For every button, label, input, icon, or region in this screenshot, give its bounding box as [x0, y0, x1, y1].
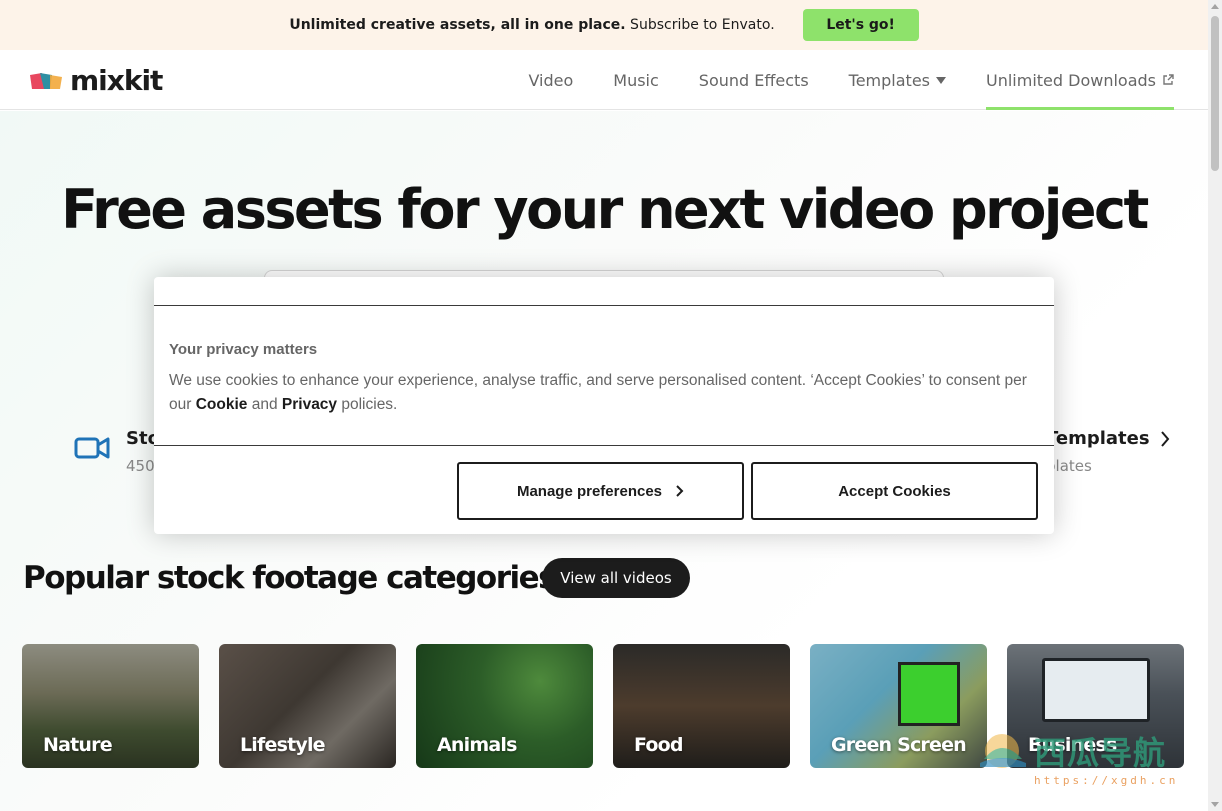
cookie-modal-text-end: policies. — [337, 396, 398, 413]
tile-nature[interactable]: Nature — [22, 644, 199, 768]
laptop-screen-image — [1042, 658, 1150, 722]
nav-link-unlimited-downloads[interactable]: Unlimited Downloads — [986, 50, 1174, 110]
watermark-text: 西瓜导航 — [1034, 734, 1167, 772]
green-screen-image — [898, 662, 960, 726]
tile-label: Green Screen — [831, 734, 967, 756]
cookie-modal-and: and — [247, 396, 282, 413]
section-title: Popular stock footage categories — [23, 560, 557, 596]
cookie-consent-modal: Your privacy matters We use cookies to e… — [154, 277, 1054, 534]
tile-label: Animals — [437, 734, 517, 756]
nav-link-sound-effects-label: Sound Effects — [698, 70, 809, 90]
promo-text-bold: Unlimited creative assets, all in one pl… — [289, 17, 626, 33]
manage-preferences-label: Manage preferences — [516, 482, 663, 500]
main-nav: mixkit Video Music Sound Effects Templat… — [0, 50, 1208, 110]
category-templates-count: plates — [1046, 457, 1092, 475]
accept-cookies-button[interactable]: Accept Cookies — [751, 462, 1038, 520]
caret-down-icon — [936, 76, 946, 84]
logo-mark-icon — [30, 72, 62, 89]
hero-title: Free assets for your next video project — [61, 178, 1149, 241]
watermark: 西瓜导航 https://xgdh.cn — [976, 728, 1178, 787]
cookie-policy-link[interactable]: Cookie — [196, 396, 248, 413]
nav-link-templates[interactable]: Templates — [849, 50, 946, 110]
chevron-right-icon — [1160, 430, 1169, 447]
nav-link-unlimited-downloads-label: Unlimited Downloads — [986, 70, 1156, 90]
modal-divider — [154, 445, 1054, 446]
scrollbar[interactable] — [1208, 0, 1222, 811]
promo-text-rest: Subscribe to Envato. — [625, 17, 775, 33]
modal-divider — [154, 305, 1054, 306]
accept-cookies-label: Accept Cookies — [838, 482, 951, 500]
scroll-up-arrow-icon[interactable] — [1211, 4, 1219, 9]
category-templates-title: Templates — [1046, 428, 1150, 449]
video-camera-icon — [74, 437, 110, 459]
cookie-modal-heading: Your privacy matters — [169, 341, 318, 358]
nav-links: Video Music Sound Effects Templates Unli… — [528, 50, 1174, 110]
nav-link-video[interactable]: Video — [528, 50, 573, 110]
tile-green-screen[interactable]: Green Screen — [810, 644, 987, 768]
tile-animals[interactable]: Animals — [416, 644, 593, 768]
nav-link-music[interactable]: Music — [613, 50, 659, 110]
external-link-icon — [1163, 74, 1174, 85]
cookie-modal-body: We use cookies to enhance your experienc… — [169, 369, 1039, 417]
category-stock-video[interactable]: Sto 4500 — [74, 428, 164, 475]
promo-text: Unlimited creative assets, all in one pl… — [289, 17, 774, 33]
chevron-right-icon — [676, 485, 684, 497]
watermark-logo-icon — [980, 734, 1026, 768]
nav-link-sound-effects[interactable]: Sound Effects — [699, 50, 809, 110]
tile-label: Lifestyle — [240, 734, 326, 756]
scroll-down-arrow-icon[interactable] — [1211, 802, 1219, 807]
promo-cta-button[interactable]: Let's go! — [802, 9, 919, 41]
category-templates[interactable]: Templates plates — [1046, 428, 1170, 475]
logo-wordmark: mixkit — [70, 64, 163, 97]
mixkit-logo[interactable]: mixkit — [30, 64, 163, 97]
promo-banner: Unlimited creative assets, all in one pl… — [0, 0, 1208, 50]
tile-label: Nature — [43, 734, 113, 756]
scroll-thumb[interactable] — [1211, 16, 1219, 171]
nav-link-music-label: Music — [613, 70, 659, 90]
nav-link-video-label: Video — [528, 70, 574, 90]
nav-link-templates-label: Templates — [848, 70, 930, 90]
manage-preferences-button[interactable]: Manage preferences — [457, 462, 744, 520]
tile-food[interactable]: Food — [613, 644, 790, 768]
watermark-url: https://xgdh.cn — [1034, 774, 1179, 787]
tile-lifestyle[interactable]: Lifestyle — [219, 644, 396, 768]
view-all-videos-button[interactable]: View all videos — [542, 558, 690, 598]
tile-label: Food — [634, 734, 684, 756]
privacy-policy-link[interactable]: Privacy — [282, 396, 337, 413]
